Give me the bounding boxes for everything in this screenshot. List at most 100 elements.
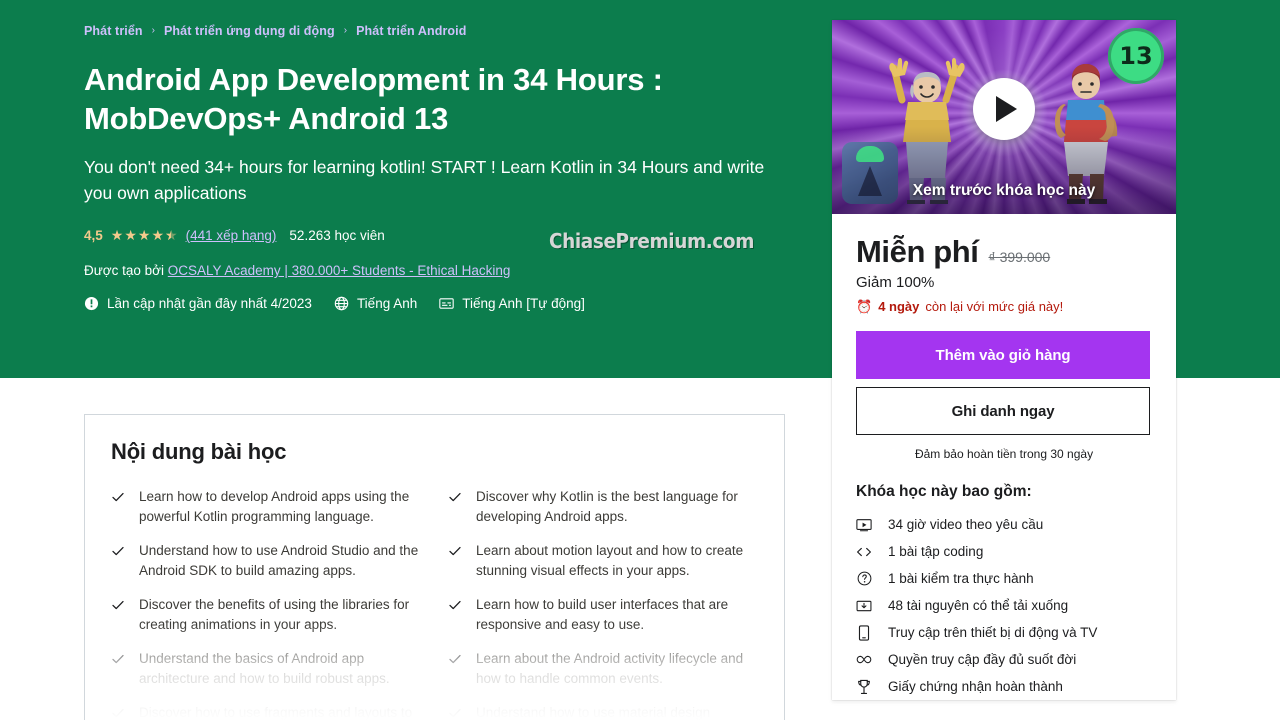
learn-item: Learn about motion layout and how to cre… — [448, 541, 761, 581]
meta-captions-label: Tiếng Anh [Tự động] — [462, 296, 585, 311]
instructor-link[interactable]: OCSALY Academy | 380.000+ Students - Eth… — [168, 263, 511, 278]
play-button[interactable] — [973, 78, 1035, 141]
current-price: Miễn phí — [856, 234, 979, 269]
original-price: ₫ 399.000 — [988, 249, 1051, 265]
learn-item: Learn how to build user interfaces that … — [448, 595, 761, 635]
closed-caption-icon — [439, 296, 454, 311]
list-item-label: 1 bài kiểm tra thực hành — [888, 571, 1034, 586]
video-icon — [856, 517, 872, 533]
check-icon — [111, 544, 125, 558]
check-icon — [111, 490, 125, 504]
deadline-days: 4 ngày — [878, 299, 920, 314]
learn-item-text: Understand how to use Android Studio and… — [139, 543, 419, 578]
includes-list: 34 giờ video theo yêu cầu 1 bài tập codi… — [856, 511, 1152, 700]
list-item-label: 1 bài tập coding — [888, 544, 984, 559]
star-icon: ★ — [137, 226, 151, 243]
check-icon — [111, 706, 125, 720]
meta-last-updated-label: Lần cập nhật gần đây nhất 4/2023 — [107, 296, 312, 311]
info-circle-icon — [84, 296, 99, 311]
course-meta-row: Lần cập nhật gần đây nhất 4/2023 Tiếng A… — [84, 296, 784, 311]
rating-value: 4,5 — [84, 228, 103, 243]
learn-item: Discover how to use fragments and layout… — [111, 703, 424, 720]
preview-label: Xem trước khóa học này — [912, 182, 1096, 199]
learn-item-text: Understand the basics of Android app arc… — [139, 651, 390, 686]
meta-last-updated: Lần cập nhật gần đây nhất 4/2023 — [84, 296, 312, 311]
star-rating: ★ ★ ★ ★ ★ — [111, 228, 178, 242]
what-you-will-learn-box: Nội dung bài học Learn how to develop An… — [84, 414, 785, 720]
learn-item: Discover why Kotlin is the best language… — [448, 487, 761, 527]
globe-icon — [334, 296, 349, 311]
learn-item: Understand the basics of Android app arc… — [111, 649, 424, 689]
learn-item-text: Learn how to build user interfaces that … — [476, 597, 729, 632]
site-watermark: ChiasePremium.com — [549, 229, 755, 253]
star-icon: ★ — [151, 226, 165, 243]
rating-count-link[interactable]: (441 xếp hạng) — [186, 228, 277, 243]
breadcrumb-item-development[interactable]: Phát triển — [84, 23, 143, 39]
meta-language: Tiếng Anh — [334, 296, 417, 311]
list-item-label: 48 tài nguyên có thể tải xuống — [888, 598, 1069, 613]
learn-item: Discover the benefits of using the libra… — [111, 595, 424, 635]
list-item: Quyền truy cập đầy đủ suốt đời — [856, 646, 1152, 673]
list-item: Truy cập trên thiết bị di động và TV — [856, 619, 1152, 646]
learn-items-grid: Learn how to develop Android apps using … — [111, 487, 761, 720]
created-by-label: Được tạo bởi — [84, 263, 165, 278]
meta-language-label: Tiếng Anh — [356, 296, 418, 311]
chevron-right-icon: › — [343, 25, 348, 36]
list-item: 34 giờ video theo yêu cầu — [856, 511, 1152, 538]
enrolled-count: 52.263 học viên — [289, 228, 385, 243]
learn-item-text: Discover why Kotlin is the best language… — [476, 489, 738, 524]
course-landing-page: Phát triển › Phát triển ứng dụng di động… — [0, 0, 1280, 720]
learn-item-text: Understand how to use material design pr… — [476, 705, 711, 720]
list-item: 1 bài kiểm tra thực hành — [856, 565, 1152, 592]
list-item: 48 tài nguyên có thể tải xuống — [856, 592, 1152, 619]
breadcrumb-item-mobile-development[interactable]: Phát triển ứng dụng di động — [164, 23, 335, 39]
list-item-label: Truy cập trên thiết bị di động và TV — [888, 625, 1098, 640]
infinity-icon — [856, 652, 872, 668]
star-icon: ★ — [124, 226, 137, 243]
check-icon — [448, 652, 462, 666]
list-item: 1 bài tập coding — [856, 538, 1152, 565]
enroll-now-button[interactable]: Ghi danh ngay — [856, 387, 1150, 435]
alarm-clock-icon: ⏰ — [856, 299, 873, 314]
course-preview-video[interactable]: 13 Xem trước khóa học này — [832, 20, 1176, 214]
page-title: Android App Development in 34 Hours : Mo… — [84, 62, 663, 136]
trophy-icon — [856, 679, 872, 695]
discount-label: Giảm 100% — [856, 274, 935, 291]
question-circle-icon — [856, 571, 872, 587]
check-icon — [448, 490, 462, 504]
android-version-badge: 13 — [1108, 28, 1164, 84]
learn-item-text: Learn how to develop Android apps using … — [139, 489, 410, 524]
breadcrumb-item-android-development[interactable]: Phát triển Android — [356, 23, 466, 39]
learn-section-title: Nội dung bài học — [111, 439, 287, 464]
check-icon — [448, 706, 462, 720]
learn-item-text: Discover how to use fragments and layout… — [139, 705, 413, 720]
purchase-card: 13 Xem trước khóa học này Miễn phí ₫ 399… — [832, 20, 1176, 700]
list-item-label: Giấy chứng nhận hoàn thành — [888, 679, 1063, 694]
check-icon — [111, 598, 125, 612]
meta-captions: Tiếng Anh [Tự động] — [439, 296, 585, 311]
chevron-right-icon: › — [151, 25, 155, 36]
code-icon — [856, 544, 872, 560]
learn-item-text: Discover the benefits of using the libra… — [139, 597, 410, 632]
add-to-cart-button[interactable]: Thêm vào giỏ hàng — [856, 331, 1150, 379]
learn-item: Understand how to use material design pr… — [448, 703, 761, 720]
money-back-guarantee: Đảm bảo hoàn tiền trong 30 ngày — [914, 447, 1094, 461]
play-icon — [996, 96, 1017, 123]
course-subtitle: You don't need 34+ hours for learning ko… — [84, 157, 765, 203]
list-item-label: 34 giờ video theo yêu cầu — [888, 517, 1044, 532]
learn-item: Learn how to develop Android apps using … — [111, 487, 424, 527]
check-icon — [448, 544, 462, 558]
learn-item-text: Learn about the Android activity lifecyc… — [476, 651, 744, 686]
learn-item: Learn about the Android activity lifecyc… — [448, 649, 761, 689]
star-icon: ★ — [110, 226, 124, 243]
download-icon — [856, 598, 872, 614]
star-half-icon: ★ — [165, 228, 178, 242]
list-item: Giấy chứng nhận hoàn thành — [856, 673, 1152, 700]
learn-item: Understand how to use Android Studio and… — [111, 541, 424, 581]
includes-title: Khóa học này bao gồm: — [856, 483, 1032, 500]
check-icon — [448, 598, 462, 612]
breadcrumb: Phát triển › Phát triển ứng dụng di động… — [84, 0, 784, 39]
price-row: Miễn phí ₫ 399.000 — [856, 234, 1152, 270]
check-icon — [111, 652, 125, 666]
learn-item-text: Learn about motion layout and how to cre… — [476, 543, 744, 578]
